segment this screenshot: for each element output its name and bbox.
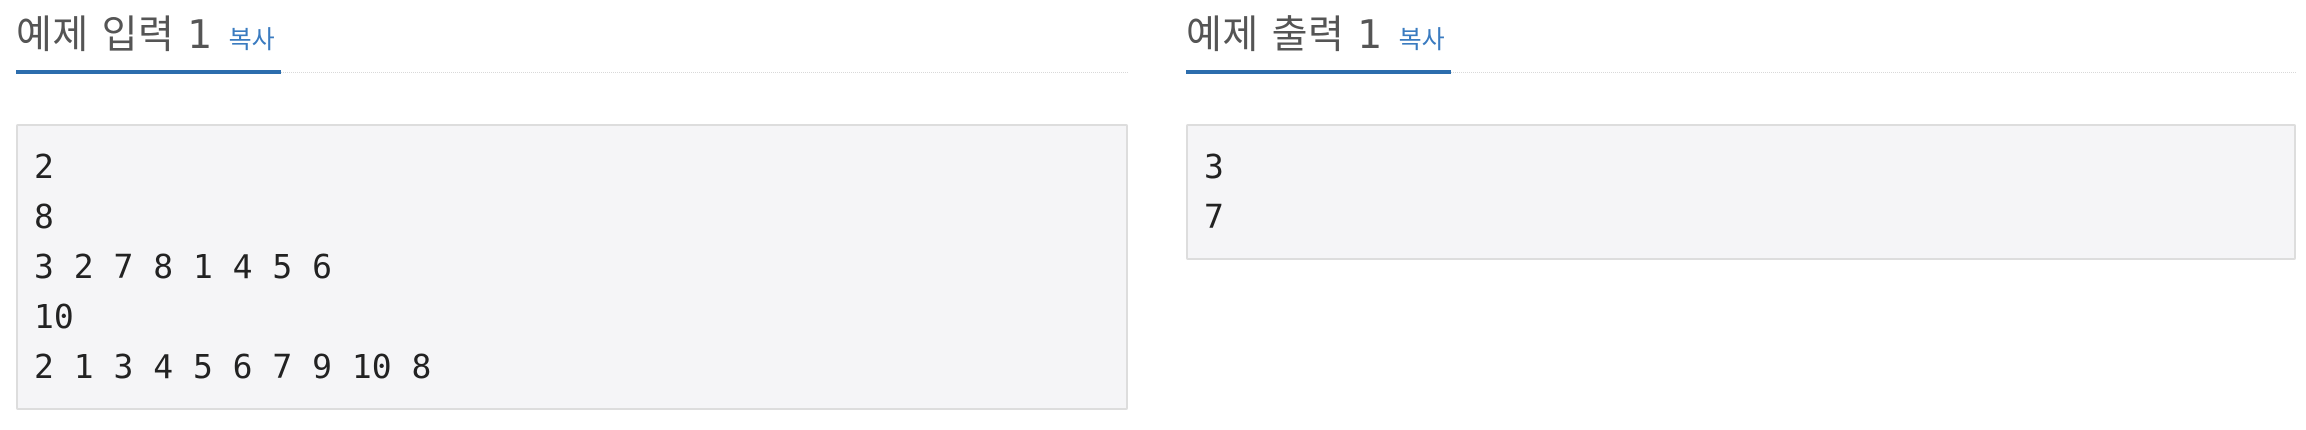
sample-output-line: 3: [1204, 147, 1224, 186]
sample-input-heading: 예제 입력 1 복사: [16, 4, 275, 60]
headline-underline: [1186, 70, 1451, 74]
headline-underline: [16, 70, 281, 74]
sample-output-line: 7: [1204, 197, 1224, 236]
sample-input-line: 8: [34, 197, 54, 236]
sample-input-headline: 예제 입력 1 복사: [16, 0, 1128, 74]
sample-output-heading: 예제 출력 1 복사: [1186, 4, 1445, 60]
copy-input-button[interactable]: 복사: [229, 20, 275, 56]
sample-input-section: 예제 입력 1 복사 2 8 3 2 7 8 1 4 5 6 10 2 1 3 4 5 …: [16, 0, 1128, 410]
sample-input-box[interactable]: 2 8 3 2 7 8 1 4 5 6 10 2 1 3 4 5 6 7 9 10 8: [16, 124, 1128, 410]
sample-input-line: 10: [34, 297, 74, 336]
sample-output-section: 예제 출력 1 복사 37: [1186, 0, 2296, 260]
sample-input-title: 예제 입력 1: [16, 13, 213, 58]
copy-output-button[interactable]: 복사: [1399, 20, 1445, 56]
sample-input-line: 2: [34, 147, 54, 186]
sample-output-box[interactable]: 37: [1186, 124, 2296, 260]
sample-input-line: 3 2 7 8 1 4 5 6: [34, 247, 333, 286]
sample-input-line: 2 1 3 4 5 6 7 9 10 8: [34, 347, 432, 386]
sample-output-headline: 예제 출력 1 복사: [1186, 0, 2296, 74]
sample-output-title: 예제 출력 1: [1186, 13, 1383, 58]
